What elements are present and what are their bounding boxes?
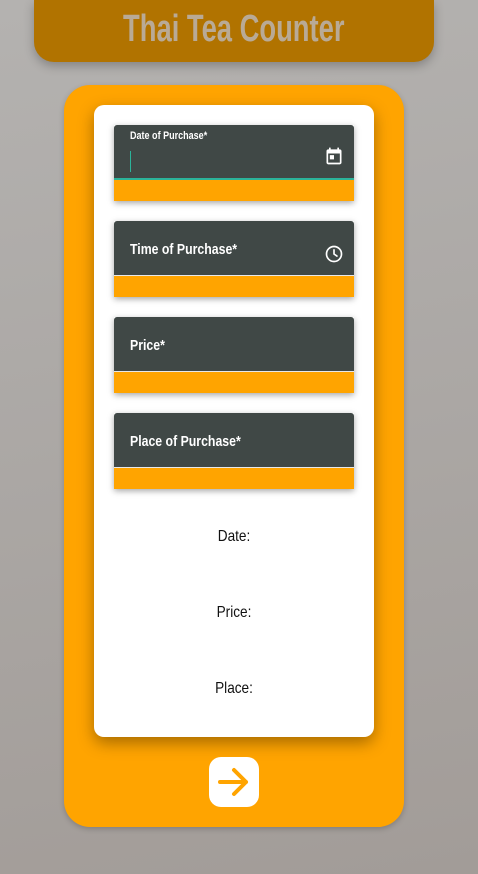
place-of-purchase-label: Place of Purchase*	[130, 433, 241, 450]
form-container: Date of Purchase* Time of Purchase* Pric…	[64, 85, 404, 827]
arrow-right-icon	[218, 768, 248, 796]
app-title: Thai Tea Counter	[123, 7, 345, 50]
time-of-purchase-label: Time of Purchase*	[130, 241, 238, 258]
next-button[interactable]	[209, 757, 259, 807]
calendar-icon[interactable]	[324, 146, 344, 166]
summary-date: Date:	[217, 528, 251, 545]
form-card: Date of Purchase* Time of Purchase* Pric…	[94, 105, 374, 737]
summary-place: Place:	[215, 680, 253, 697]
price-label: Price*	[130, 337, 165, 354]
app-header: Thai Tea Counter	[34, 0, 434, 62]
date-of-purchase-field[interactable]: Date of Purchase*	[114, 125, 354, 201]
text-caret	[130, 151, 131, 172]
clock-icon[interactable]	[324, 244, 344, 264]
price-field[interactable]: Price*	[114, 317, 354, 393]
time-of-purchase-field[interactable]: Time of Purchase*	[114, 221, 354, 297]
summary-price: Price:	[216, 604, 252, 621]
date-of-purchase-label: Date of Purchase*	[130, 130, 208, 142]
place-of-purchase-field[interactable]: Place of Purchase*	[114, 413, 354, 489]
